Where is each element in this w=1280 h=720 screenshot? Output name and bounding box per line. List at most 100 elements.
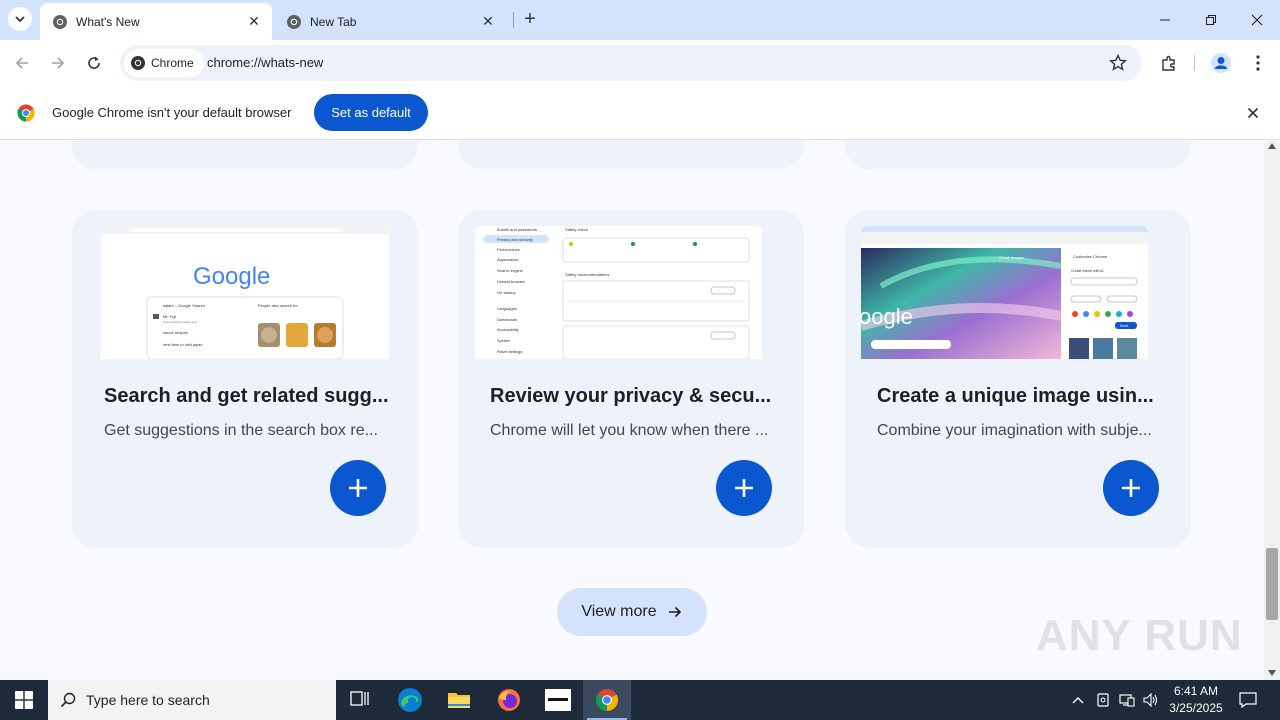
windows-taskbar: Type here to search 6:41 AM 3/25/2025 — [0, 680, 1280, 720]
network-icon — [1119, 694, 1135, 707]
svg-text:Done: Done — [1120, 324, 1128, 328]
tab-search-button[interactable] — [8, 7, 32, 31]
card-title: Create a unique image usin... — [877, 385, 1154, 407]
expand-card-button[interactable] — [716, 460, 772, 516]
view-more-label: View more — [581, 603, 657, 620]
close-window-button[interactable] — [1234, 0, 1280, 40]
svg-text:System: System — [497, 338, 511, 343]
task-view-icon — [350, 691, 369, 706]
google-logo-text: Google — [193, 263, 270, 290]
puzzle-icon — [1162, 55, 1175, 71]
tray-volume-icon[interactable] — [1140, 680, 1162, 720]
menu-button[interactable] — [1247, 52, 1269, 74]
chip-label: Chrome — [151, 56, 194, 70]
svg-text:Appearance: Appearance — [497, 257, 519, 262]
taskbar-edge[interactable] — [386, 680, 434, 720]
feature-card-search[interactable]: Google salam – Google Search Mt. Fuji Sn… — [72, 210, 418, 548]
infobar-close-button[interactable] — [1244, 104, 1262, 122]
card-description: Get suggestions in the search box re... — [104, 422, 378, 439]
forward-button[interactable] — [44, 49, 72, 77]
tab-title: New Tab — [310, 14, 357, 29]
expand-card-button[interactable] — [330, 460, 386, 516]
clock-date: 3/25/2025 — [1169, 701, 1223, 715]
taskbar-firefox[interactable] — [485, 680, 533, 720]
card-screenshot: Gmail Images oogle Customize Chrome Crea… — [861, 226, 1148, 359]
expand-card-button[interactable] — [1103, 460, 1159, 516]
svg-text:On startup: On startup — [497, 290, 516, 295]
card-title: Review your privacy & secu... — [490, 385, 772, 407]
reload-button[interactable] — [80, 49, 108, 77]
bookmark-star-icon[interactable] — [1108, 53, 1128, 73]
anyrun-watermark: ANY RUN — [1036, 611, 1243, 660]
taskbar-app-tooltip[interactable] — [534, 680, 582, 720]
taskbar-clock[interactable]: 6:41 AM 3/25/2025 — [1160, 683, 1232, 717]
close-tab-icon[interactable]: ✕ — [246, 13, 262, 30]
minimize-button[interactable] — [1142, 0, 1188, 40]
start-button[interactable] — [0, 680, 48, 720]
task-view-button[interactable] — [336, 680, 384, 720]
firefox-icon — [498, 689, 520, 711]
svg-text:Performance: Performance — [497, 247, 521, 252]
restore-button[interactable] — [1188, 0, 1234, 40]
svg-text:Safety check: Safety check — [565, 227, 588, 232]
card-title: Search and get related sugg... — [104, 385, 389, 407]
avatar-icon — [1211, 53, 1231, 73]
minimize-icon — [1160, 19, 1170, 21]
svg-text:Downloads: Downloads — [497, 317, 517, 322]
google-logo-text: oogle — [861, 304, 913, 329]
site-info-chip[interactable]: Chrome — [124, 49, 204, 77]
tab-whats-new[interactable]: What's New ✕ — [40, 3, 272, 40]
notification-center-button[interactable] — [1234, 680, 1262, 720]
chrome-icon — [596, 689, 618, 711]
scrollbar-thumb[interactable] — [1266, 548, 1278, 620]
taskbar-file-explorer[interactable] — [435, 680, 483, 720]
edge-icon — [398, 688, 422, 712]
back-button[interactable] — [8, 49, 36, 77]
svg-text:Customize Chrome: Customize Chrome — [1073, 254, 1108, 259]
svg-text:sauce recipes: sauce recipes — [163, 330, 188, 335]
card-partial — [845, 141, 1191, 169]
url-text[interactable]: chrome://whats-new — [207, 55, 323, 70]
search-suggestions-illustration: Google salam – Google Search Mt. Fuji Sn… — [101, 226, 389, 359]
card-description: Chrome will let you know when there ... — [490, 422, 769, 439]
reload-icon — [88, 56, 100, 69]
taskbar-chrome[interactable] — [583, 680, 631, 720]
scroll-up-arrow-icon[interactable] — [1268, 143, 1276, 149]
scroll-down-arrow-icon[interactable] — [1268, 670, 1276, 676]
tray-device-icon[interactable] — [1093, 680, 1113, 720]
svg-text:Images: Images — [1011, 255, 1024, 260]
search-icon — [60, 692, 76, 708]
arrow-left-icon — [15, 57, 28, 69]
view-more-button[interactable]: View more — [557, 588, 707, 636]
arrow-right-icon — [52, 57, 65, 69]
feature-card-ai-theme[interactable]: Gmail Images oogle Customize Chrome Crea… — [845, 210, 1191, 548]
card-partial — [72, 141, 418, 169]
tab-title: What's New — [76, 14, 140, 29]
tab-new-tab[interactable]: New Tab ✕ — [274, 3, 506, 40]
default-browser-infobar: Google Chrome isn't your default browser… — [0, 86, 1280, 140]
address-bar[interactable]: Chrome chrome://whats-new — [120, 45, 1142, 81]
feature-card-privacy[interactable]: Autofill and passwords Privacy and secur… — [458, 210, 804, 548]
tray-overflow-button[interactable] — [1068, 680, 1088, 720]
close-icon — [1247, 107, 1259, 119]
new-tab-button[interactable]: + — [519, 8, 541, 30]
set-as-default-button[interactable]: Set as default — [314, 94, 428, 131]
svg-text:Mt. Fuji: Mt. Fuji — [163, 314, 176, 319]
extensions-button[interactable] — [1158, 52, 1180, 74]
page-scrollbar[interactable] — [1264, 141, 1280, 680]
folder-icon — [448, 693, 470, 708]
tab-strip: What's New ✕ New Tab ✕ + — [0, 0, 1280, 40]
svg-text:Accessibility: Accessibility — [497, 327, 519, 332]
profile-button[interactable] — [1210, 52, 1232, 74]
plus-icon — [735, 479, 753, 497]
svg-text:Reset settings: Reset settings — [497, 349, 522, 354]
close-icon — [1251, 14, 1263, 26]
card-description: Combine your imagination with subje... — [877, 422, 1152, 439]
privacy-settings-illustration: Autofill and passwords Privacy and secur… — [475, 226, 762, 359]
chevron-up-icon — [1072, 697, 1084, 704]
taskbar-search-placeholder: Type here to search — [86, 692, 210, 708]
close-tab-icon[interactable]: ✕ — [480, 13, 496, 30]
tray-network-icon[interactable] — [1116, 680, 1138, 720]
svg-text:People also search for: People also search for — [258, 303, 298, 308]
taskbar-search-box[interactable]: Type here to search — [48, 680, 336, 720]
